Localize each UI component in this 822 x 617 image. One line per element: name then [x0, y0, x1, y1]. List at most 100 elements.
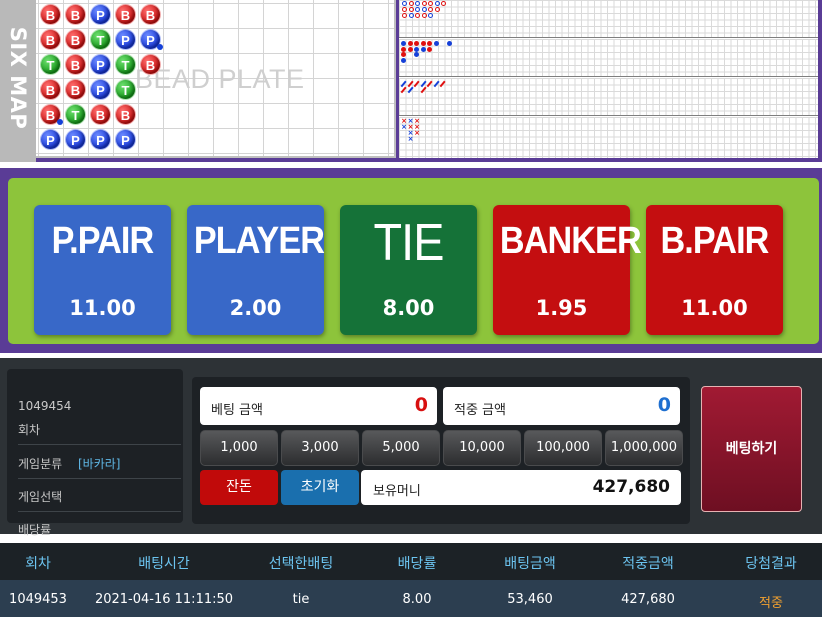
road-ring-mark [415, 1, 420, 6]
road-ring-mark [402, 6, 407, 12]
bead-ball: B [40, 29, 61, 50]
road-slash-mark [420, 86, 426, 94]
road-cross-mark: × [407, 135, 414, 143]
bead-ball: B [65, 54, 86, 75]
road-ring-mark [441, 1, 446, 6]
chip-5000-button[interactable]: 5,000 [362, 430, 440, 466]
column-header: 배당률 [397, 556, 437, 572]
road-slash-mark [433, 80, 439, 88]
bet-label: TIE [373, 214, 444, 272]
bead-ball: B [140, 54, 161, 75]
selection-label: 게임선택 [18, 479, 181, 512]
bead-ball: P [65, 129, 86, 150]
win-amount-label: 적중 금액 [454, 403, 506, 418]
road-slash-mark [426, 80, 433, 88]
table-cell: 53,460 [507, 592, 553, 607]
bet-odds: 1.95 [535, 296, 588, 320]
balance-field: 보유머니 427,680 [361, 470, 681, 505]
bead-ball: P [90, 4, 111, 25]
sixmap-label: SIX MAP [6, 26, 30, 130]
bead-ball: B [40, 104, 63, 125]
table-cell: 적중 [759, 596, 783, 611]
bet-player-button[interactable]: PLAYER 2.00 [187, 205, 325, 335]
bead-ball: P [90, 79, 111, 100]
category-label: 게임분류 [18, 457, 63, 471]
table-cell: 1049453 [9, 592, 67, 607]
road-ring-mark [428, 1, 433, 6]
road-slash-mark [413, 80, 420, 88]
road-dot-mark [401, 52, 406, 57]
place-bet-button[interactable]: 베팅하기 [701, 386, 802, 512]
balance-label: 보유머니 [373, 484, 421, 499]
bead-ball: B [40, 79, 61, 100]
history-table-header: 회차 배팅시간 선택한배팅 배당률 배팅금액 적중금액 당첨결과 [0, 543, 822, 580]
table-cell: 2021-04-16 11:11:50 [94, 592, 234, 607]
change-button[interactable]: 잔돈 [200, 470, 278, 505]
round-number: 1049454 [18, 399, 72, 413]
road-ring-mark [421, 6, 427, 12]
bet-amount-value: 0 [414, 394, 428, 416]
round-label: 회차 [18, 421, 181, 445]
road-ring-mark [402, 1, 407, 6]
bet-banker-button[interactable]: BANKER 1.95 [493, 205, 642, 335]
road-dot-mark [427, 41, 432, 46]
road-ring-mark [434, 6, 440, 12]
table-cell: tie [292, 592, 310, 607]
road-ring-mark [402, 12, 407, 18]
bead-ball: P [90, 129, 111, 150]
bead-plate-watermark: BEAD PLATE [135, 64, 305, 94]
bet-label: P.PAIR [51, 220, 155, 262]
bead-ball: B [140, 4, 161, 25]
table-cell: 427,680 [621, 592, 675, 607]
road-dot-mark [420, 46, 426, 52]
chip-10000-button[interactable]: 10,000 [443, 430, 521, 466]
bet-label: BANKER [499, 220, 642, 262]
road-dot-mark [401, 46, 406, 52]
column-header: 회차 [25, 556, 51, 572]
chip-1000-button[interactable]: 1,000 [200, 430, 278, 466]
win-amount-field: 적중 금액 0 [443, 387, 680, 425]
bet-odds: 11.00 [69, 296, 136, 320]
bead-ball: B [65, 4, 86, 25]
bead-ball: P [115, 129, 136, 150]
bead-ball: T [40, 54, 61, 75]
bet-input-panel: 베팅 금액 0 적중 금액 0 1,000 3,000 5,000 10,000… [192, 377, 690, 524]
bet-options-board: P.PAIR 11.00 PLAYER 2.00 TIE 8.00 BANKER 1.95 B.… [8, 178, 819, 344]
road-cross-mark: × [401, 123, 407, 131]
table-cell: 8.00 [402, 592, 432, 607]
big-road-panel [399, 0, 818, 38]
road-ring-mark [421, 12, 427, 18]
bet-bpair-button[interactable]: B.PAIR 11.00 [646, 205, 783, 335]
bead-ball: B [40, 4, 61, 25]
road-dot-mark [407, 41, 413, 46]
chip-100000-button[interactable]: 100,000 [524, 430, 602, 466]
chip-3000-button[interactable]: 3,000 [281, 430, 359, 466]
bet-ppair-button[interactable]: P.PAIR 11.00 [34, 205, 171, 335]
column-header: 선택한배팅 [268, 556, 334, 572]
road-dot-mark [446, 41, 452, 46]
road-ring-mark [428, 12, 433, 18]
sixmap-tab[interactable]: SIX MAP [0, 0, 36, 162]
big-eye-road-panel [399, 39, 818, 77]
bead-ball: B [115, 104, 136, 125]
bead-ball: P [140, 29, 163, 50]
reset-button[interactable]: 초기화 [281, 470, 359, 505]
bet-amount-field: 베팅 금액 0 [200, 387, 437, 425]
category-value: [바카라] [78, 457, 121, 471]
road-slash-mark [407, 86, 413, 94]
bead-plate: BEAD PLATE BBTBBPBBBBTPPTPPBPBPTTBPBPB [36, 0, 396, 158]
pair-marker [57, 119, 63, 125]
bead-ball: T [115, 79, 136, 100]
bet-amount-label: 베팅 금액 [211, 403, 263, 418]
history-table-row[interactable]: 1049453 2021-04-16 11:11:50 tie 8.00 53,460 4… [0, 580, 822, 617]
road-ring-mark [434, 1, 440, 6]
win-amount-value: 0 [657, 394, 671, 416]
bead-ball: P [40, 129, 61, 150]
bead-ball: P [115, 29, 136, 50]
chip-1000000-button[interactable]: 1,000,000 [605, 430, 683, 466]
road-dot-mark [407, 46, 413, 52]
bead-ball: T [115, 54, 136, 75]
bet-tie-button[interactable]: TIE 8.00 [340, 205, 477, 335]
bet-label: PLAYER [193, 220, 325, 262]
road-cross-mark: × [414, 129, 420, 137]
